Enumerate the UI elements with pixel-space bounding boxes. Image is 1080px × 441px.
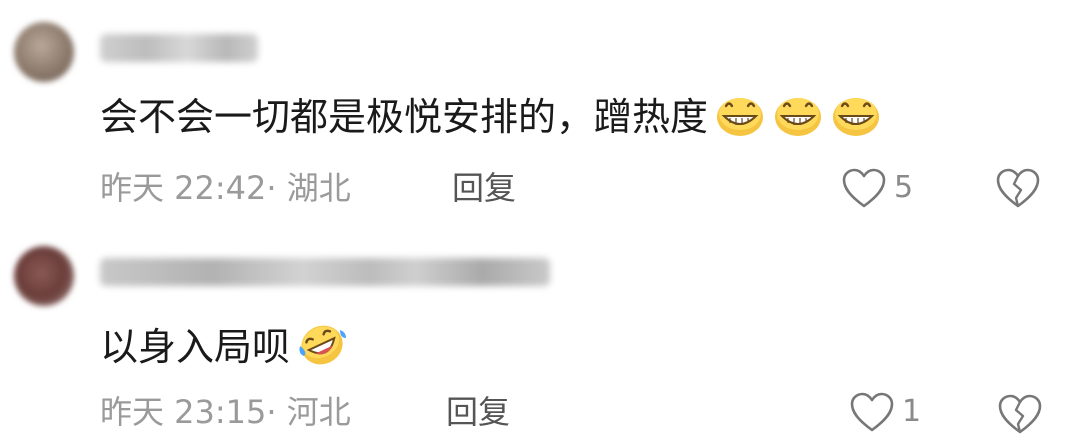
- dislike-button[interactable]: [994, 166, 1042, 210]
- username-blurred[interactable]: [100, 258, 550, 286]
- rolling-laughing-emoji-icon: [299, 325, 347, 365]
- dislike-button[interactable]: [996, 392, 1044, 436]
- avatar[interactable]: [14, 22, 74, 82]
- comment-item: 以身入局呗 昨天 23:15· 河北 回复 1: [0, 228, 1080, 441]
- username-blurred[interactable]: [100, 34, 258, 62]
- comment-body: 会不会一切都是极悦安排的，蹭热度: [100, 95, 709, 139]
- comment-location: · 湖北: [266, 169, 351, 207]
- comment-time: 昨天 23:15: [100, 393, 267, 431]
- grinning-face-emoji-icon: [833, 98, 880, 136]
- comment-body: 以身入局呗: [100, 325, 291, 369]
- comment-text: 会不会一切都是极悦安排的，蹭热度: [100, 92, 882, 142]
- comment-location: · 河北: [266, 393, 351, 431]
- broken-heart-icon: [998, 394, 1042, 434]
- reply-button[interactable]: 回复: [452, 168, 516, 208]
- like-count: 5: [894, 170, 914, 205]
- comment-item: 会不会一切都是极悦安排的，蹭热度 昨天 22:42· 湖北 回复 5: [0, 0, 1080, 220]
- reply-button[interactable]: 回复: [446, 392, 510, 432]
- comment-meta: 昨天 23:15· 河北: [100, 392, 351, 432]
- comment-text: 以身入局呗: [100, 322, 348, 372]
- comment-meta: 昨天 22:42· 湖北: [100, 168, 351, 208]
- broken-heart-icon: [996, 168, 1040, 208]
- grinning-face-emoji-icon: [775, 98, 822, 136]
- grinning-face-emoji-icon: [717, 98, 764, 136]
- avatar[interactable]: [14, 246, 74, 306]
- like-button[interactable]: 1: [848, 390, 921, 434]
- heart-icon: [850, 392, 894, 432]
- heart-icon: [842, 168, 886, 208]
- comment-time: 昨天 22:42: [100, 169, 267, 207]
- like-button[interactable]: 5: [840, 166, 913, 210]
- like-count: 1: [902, 394, 922, 429]
